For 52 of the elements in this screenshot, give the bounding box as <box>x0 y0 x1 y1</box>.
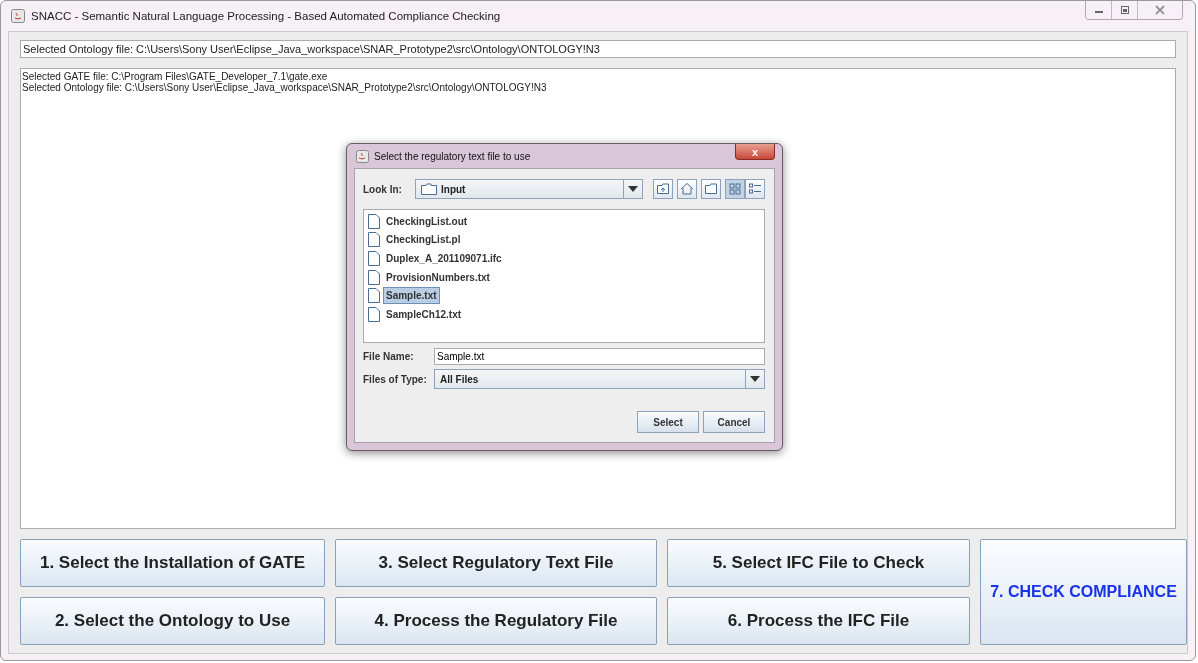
details-view-icon <box>747 181 763 197</box>
path-field[interactable]: Selected Ontology file: C:\Users\Sony User\Eclipse_Java_workspace\SNAR_Prototype2\src\Ontology\ONTOLOGY!N3 <box>20 40 1176 58</box>
log-line: Selected GATE file: C:\Program Files\GATE_Developer_7.1\gate.exe <box>22 71 328 82</box>
dropdown-value: All Files <box>440 373 480 385</box>
field-label: File Name: <box>363 351 415 362</box>
caret-icon <box>750 376 760 382</box>
up-folder-icon <box>655 181 671 197</box>
look-in-dropdown[interactable]: Input <box>415 179 643 199</box>
java-app-icon <box>356 149 369 163</box>
java-app-icon <box>11 9 25 23</box>
dialog-button[interactable]: Cancel <box>703 411 765 433</box>
minimize-button[interactable] <box>1086 1 1112 19</box>
dialog-button[interactable]: Select <box>637 411 699 433</box>
field-label: Look In: <box>363 183 403 195</box>
close-icon <box>1154 5 1166 15</box>
step-button[interactable]: 2. Select the Ontology to Use <box>20 597 325 645</box>
dropdown-value: Input <box>441 183 467 195</box>
step-button[interactable]: 6. Process the IFC File <box>667 597 970 645</box>
up-folder-button[interactable] <box>653 179 673 199</box>
new-folder-button[interactable] <box>701 179 721 199</box>
file-icon <box>368 232 380 248</box>
home-button[interactable] <box>677 179 697 199</box>
window-title: SNACC - Semantic Natural Language Processing - Based Automated Compliance Checking <box>31 10 501 22</box>
file-icon <box>368 251 380 266</box>
file-type-dropdown[interactable]: All Files <box>434 369 765 389</box>
caret-icon <box>628 186 638 192</box>
file-item[interactable]: CheckingList.pl <box>383 231 464 249</box>
details-view-button[interactable] <box>745 179 765 199</box>
step-button[interactable]: 1. Select the Installation of GATE <box>20 539 325 587</box>
file-item[interactable]: Duplex_A_201109071.ifc <box>383 250 505 267</box>
file-icon <box>368 269 380 285</box>
dialog-title: Select the regulatory text file to use <box>374 150 531 162</box>
file-icon <box>368 213 380 229</box>
new-folder-icon <box>703 181 719 197</box>
step-button[interactable]: 5. Select IFC File to Check <box>667 539 970 587</box>
check-compliance-button[interactable]: 7. CHECK COMPLIANCE <box>980 539 1187 645</box>
file-icon <box>368 288 380 304</box>
home-icon <box>679 181 695 197</box>
maximize-icon <box>1119 6 1130 14</box>
file-icon <box>368 306 380 322</box>
file-item[interactable]: CheckingList.out <box>383 212 471 230</box>
folder-icon <box>421 183 437 195</box>
list-view-icon <box>727 181 743 197</box>
file-name-field[interactable]: Sample.txt <box>434 348 765 365</box>
file-item[interactable]: Sample.txt <box>383 287 440 305</box>
field-label: Files of Type: <box>363 373 428 385</box>
step-button[interactable]: 4. Process the Regulatory File <box>335 597 657 645</box>
file-item[interactable]: SampleCh12.txt <box>383 305 465 323</box>
file-item[interactable]: ProvisionNumbers.txt <box>383 268 493 286</box>
close-button[interactable]: x <box>735 144 775 160</box>
step-button[interactable]: 3. Select Regulatory Text File <box>335 539 657 587</box>
log-line: Selected Ontology file: C:\Users\Sony User\Eclipse_Java_workspace\SNAR_Prototype2\src\Ontology\ONTOLOGY!N3 <box>22 82 548 93</box>
